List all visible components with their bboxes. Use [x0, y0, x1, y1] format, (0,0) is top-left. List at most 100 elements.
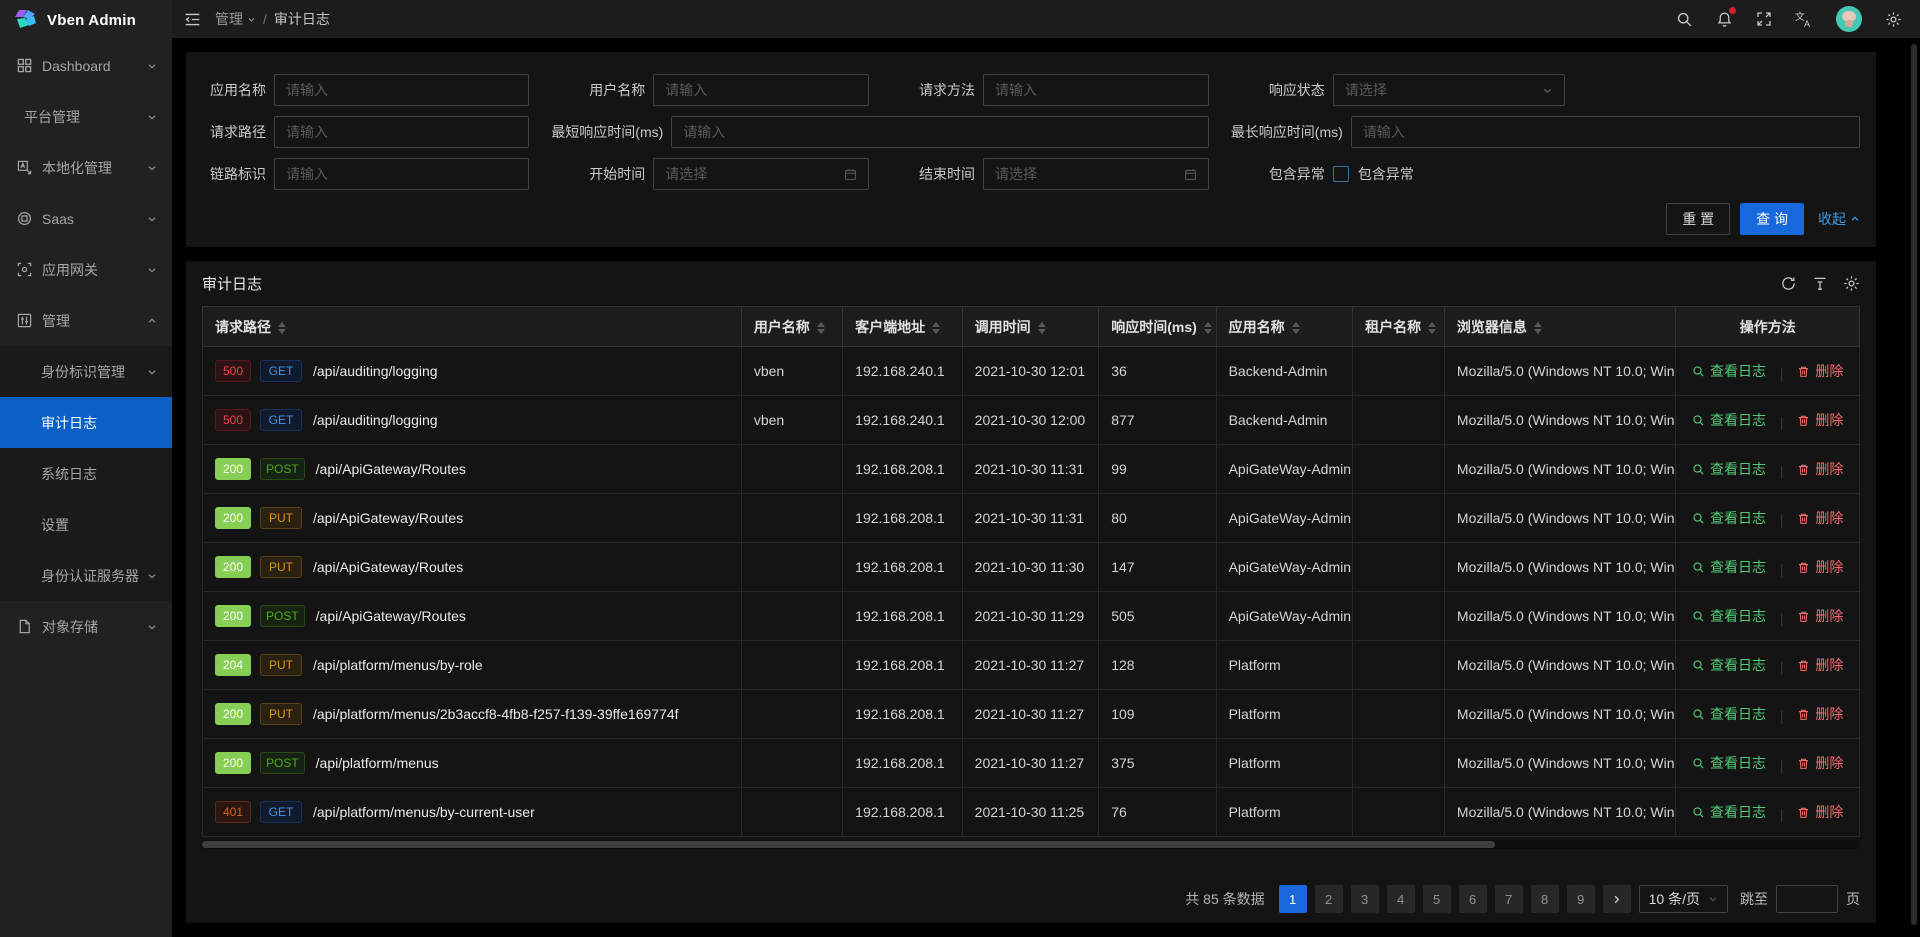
page-button[interactable]: 7 — [1495, 885, 1523, 913]
page-button[interactable]: 2 — [1315, 885, 1343, 913]
has-exception-checkbox[interactable] — [1333, 166, 1349, 182]
view-log-button[interactable]: 查看日志 — [1692, 361, 1766, 381]
end-time-picker[interactable]: 请选择 — [983, 158, 1209, 190]
sort-icon[interactable] — [1292, 322, 1300, 334]
sidebar-item-object-storage[interactable]: 对象存储 — [0, 601, 172, 652]
sidebar-submenu-item[interactable]: 身份标识管理 — [0, 346, 172, 397]
sort-icon[interactable] — [932, 322, 940, 334]
collapse-link[interactable]: 收起 — [1818, 209, 1860, 229]
start-time-picker[interactable]: 请选择 — [653, 158, 869, 190]
sidebar-fold-icon[interactable] — [184, 11, 201, 28]
delete-button[interactable]: 删除 — [1797, 361, 1843, 381]
column-header[interactable]: 应用名称 — [1216, 307, 1353, 347]
search-button[interactable]: 查 询 — [1740, 203, 1804, 235]
view-log-button[interactable]: 查看日志 — [1692, 802, 1766, 822]
delete-button[interactable]: 删除 — [1797, 557, 1843, 577]
sidebar-submenu-item[interactable]: 系统日志 — [0, 448, 172, 499]
search-icon[interactable] — [1676, 11, 1693, 28]
response-status-select[interactable]: 请选择 — [1333, 74, 1565, 106]
sort-icon[interactable] — [1428, 322, 1436, 334]
page-button[interactable]: 3 — [1351, 885, 1379, 913]
table-row[interactable]: 204PUT/api/platform/menus/by-role 192.16… — [203, 641, 1860, 690]
column-header[interactable]: 用户名称 — [741, 307, 842, 347]
sidebar-item-platform[interactable]: 平台管理 — [0, 91, 172, 142]
table-row[interactable]: 200POST/api/ApiGateway/Routes 192.168.20… — [203, 592, 1860, 641]
table-row[interactable]: 200POST/api/platform/menus 192.168.208.1… — [203, 739, 1860, 788]
next-page-button[interactable] — [1603, 885, 1631, 913]
view-log-button[interactable]: 查看日志 — [1692, 410, 1766, 430]
page-button[interactable]: 6 — [1459, 885, 1487, 913]
delete-button[interactable]: 删除 — [1797, 508, 1843, 528]
column-header[interactable]: 调用时间 — [962, 307, 1099, 347]
sort-icon[interactable] — [1038, 322, 1046, 334]
delete-button[interactable]: 删除 — [1797, 802, 1843, 822]
column-header[interactable]: 租户名称 — [1353, 307, 1445, 347]
column-settings-gear-icon[interactable] — [1843, 275, 1860, 292]
delete-button[interactable]: 删除 — [1797, 753, 1843, 773]
view-log-button[interactable]: 查看日志 — [1692, 753, 1766, 773]
trace-id-input[interactable] — [274, 158, 529, 190]
column-header[interactable]: 客户端地址 — [843, 307, 963, 347]
table-row[interactable]: 200PUT/api/platform/menus/2b3accf8-4fb8-… — [203, 690, 1860, 739]
sort-icon[interactable] — [278, 322, 286, 334]
fullscreen-icon[interactable] — [1756, 11, 1772, 27]
breadcrumb-item-manage[interactable]: 管理 — [215, 9, 256, 29]
settings-gear-icon[interactable] — [1885, 11, 1902, 28]
view-log-button[interactable]: 查看日志 — [1692, 459, 1766, 479]
view-log-button[interactable]: 查看日志 — [1692, 655, 1766, 675]
table-row[interactable]: 500GET/api/auditing/logging vben 192.168… — [203, 347, 1860, 396]
refresh-icon[interactable] — [1780, 275, 1797, 292]
user-avatar[interactable] — [1836, 6, 1862, 32]
view-log-button[interactable]: 查看日志 — [1692, 508, 1766, 528]
table-row[interactable]: 401GET/api/platform/menus/by-current-use… — [203, 788, 1860, 837]
min-response-time-input[interactable] — [671, 116, 1209, 148]
sidebar-item-saas[interactable]: Saas — [0, 193, 172, 244]
sidebar-submenu-item[interactable]: 身份认证服务器 — [0, 550, 172, 601]
request-path-input[interactable] — [274, 116, 529, 148]
sidebar-item-dashboard[interactable]: Dashboard — [0, 40, 172, 91]
sort-icon[interactable] — [817, 322, 825, 334]
reset-button[interactable]: 重 置 — [1666, 203, 1730, 235]
delete-button[interactable]: 删除 — [1797, 410, 1843, 430]
column-header[interactable]: 响应时间(ms) — [1099, 307, 1216, 347]
sidebar-item-manage[interactable]: 管理 — [0, 295, 172, 346]
translate-icon[interactable]: 文A — [1795, 10, 1813, 28]
delete-button[interactable]: 删除 — [1797, 704, 1843, 724]
row-height-icon[interactable] — [1812, 276, 1828, 292]
sidebar-item-gateway[interactable]: 应用网关 — [0, 244, 172, 295]
view-log-button[interactable]: 查看日志 — [1692, 606, 1766, 626]
page-button[interactable]: 9 — [1567, 885, 1595, 913]
jump-page-input[interactable] — [1776, 885, 1838, 913]
table-row[interactable]: 200PUT/api/ApiGateway/Routes 192.168.208… — [203, 494, 1860, 543]
request-method-input[interactable] — [983, 74, 1209, 106]
column-header[interactable]: 请求路径 — [203, 307, 742, 347]
view-log-button[interactable]: 查看日志 — [1692, 557, 1766, 577]
vertical-scrollbar[interactable] — [1911, 44, 1917, 925]
page-button[interactable]: 5 — [1423, 885, 1451, 913]
table-row[interactable]: 500GET/api/auditing/logging vben 192.168… — [203, 396, 1860, 445]
app-name-input[interactable] — [274, 74, 529, 106]
delete-button[interactable]: 删除 — [1797, 606, 1843, 626]
column-header[interactable]: 操作方法 — [1676, 307, 1860, 347]
sidebar-submenu-item[interactable]: 审计日志 — [0, 397, 172, 448]
sidebar-item-localization[interactable]: 本地化管理 — [0, 142, 172, 193]
column-header[interactable]: 浏览器信息 — [1444, 307, 1676, 347]
page-size-select[interactable]: 10 条/页 — [1639, 885, 1728, 913]
page-button[interactable]: 8 — [1531, 885, 1559, 913]
horizontal-scrollbar[interactable] — [202, 840, 1860, 849]
app-logo[interactable]: Vben Admin — [0, 0, 172, 40]
scrollbar-thumb[interactable] — [202, 841, 1495, 848]
max-response-time-input[interactable] — [1351, 116, 1860, 148]
table-row[interactable]: 200PUT/api/ApiGateway/Routes 192.168.208… — [203, 543, 1860, 592]
sort-icon[interactable] — [1204, 322, 1212, 334]
page-button[interactable]: 1 — [1279, 885, 1307, 913]
delete-button[interactable]: 删除 — [1797, 655, 1843, 675]
delete-button[interactable]: 删除 — [1797, 459, 1843, 479]
view-log-button[interactable]: 查看日志 — [1692, 704, 1766, 724]
user-name-input[interactable] — [653, 74, 869, 106]
sort-icon[interactable] — [1534, 322, 1542, 334]
notification-bell-icon[interactable] — [1716, 11, 1733, 28]
table-row[interactable]: 200POST/api/ApiGateway/Routes 192.168.20… — [203, 445, 1860, 494]
page-button[interactable]: 4 — [1387, 885, 1415, 913]
sidebar-submenu-item[interactable]: 设置 — [0, 499, 172, 550]
